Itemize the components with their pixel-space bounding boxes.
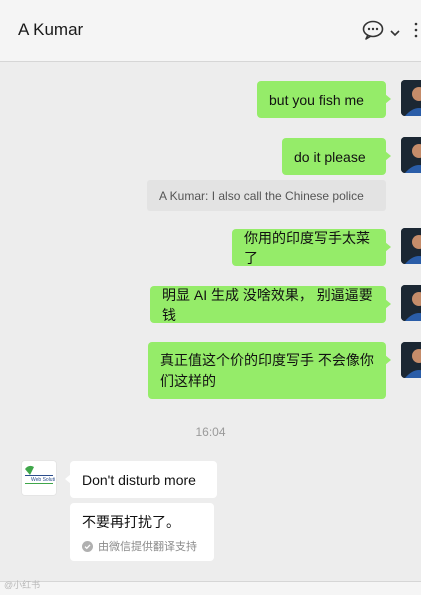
avatar[interactable] (401, 137, 421, 173)
timestamp: 16:04 (195, 425, 226, 439)
message-text: 明显 AI 生成 没啥效果， 别逼逼要钱 (162, 286, 373, 323)
message-bubble-in[interactable]: Don't disturb more (65, 461, 217, 498)
more-icon[interactable] (414, 20, 421, 45)
chat-title: A Kumar (18, 20, 84, 39)
input-bar[interactable] (0, 581, 421, 595)
message-bubble-out[interactable]: 明显 AI 生成 没啥效果， 别逼逼要钱 (150, 286, 391, 323)
message-list[interactable]: but you fish me do it please A Kumar: I … (0, 62, 421, 581)
quoted-message[interactable]: A Kumar: I also call the Chinese police (147, 180, 386, 211)
logo-text: Web Soluti (31, 477, 55, 483)
translation-credit: 由微信提供翻译支持 (98, 541, 197, 553)
translation-text: 不要再打扰了。 (82, 514, 180, 530)
chat-bubble-icon[interactable] (362, 20, 384, 45)
message-text: Don't disturb more (82, 471, 196, 488)
avatar[interactable] (401, 80, 421, 116)
message-text: 你用的印度写手太菜了 (244, 229, 370, 266)
avatar[interactable] (401, 228, 421, 264)
quote-text: A Kumar: I also call the Chinese police (159, 188, 364, 203)
message-bubble-out[interactable]: 真正值这个价的印度写手 不会像你们这样的 (148, 342, 391, 399)
message-text: but you fish me (269, 91, 364, 108)
chat-header: A Kumar (0, 0, 421, 62)
translation-bubble[interactable]: 不要再打扰了。 由微信提供翻译支持 (70, 503, 214, 561)
avatar[interactable] (401, 342, 421, 378)
check-circle-icon (82, 540, 93, 552)
header-actions (362, 20, 421, 45)
message-text: 真正值这个价的印度写手 不会像你们这样的 (160, 352, 374, 389)
message-bubble-out[interactable]: 你用的印度写手太菜了 (232, 229, 391, 266)
message-bubble-out[interactable]: but you fish me (257, 81, 391, 118)
message-bubble-out[interactable]: do it please (282, 138, 391, 175)
message-text: do it please (294, 148, 366, 165)
chevron-down-icon[interactable] (390, 24, 400, 42)
avatar[interactable] (401, 285, 421, 321)
watermark: @小红书 (4, 580, 41, 590)
avatar[interactable]: Web Soluti (21, 460, 57, 496)
